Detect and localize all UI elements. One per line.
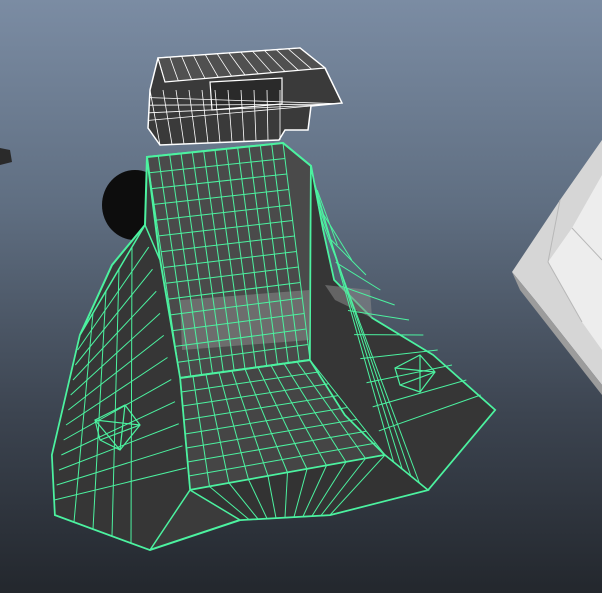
top-box-mesh[interactable] (147, 47, 344, 146)
3d-viewport[interactable] (0, 0, 602, 593)
left-edge-fragment[interactable] (0, 148, 12, 165)
side-rock-mesh[interactable] (512, 140, 602, 395)
viewport-scene[interactable] (0, 0, 602, 593)
